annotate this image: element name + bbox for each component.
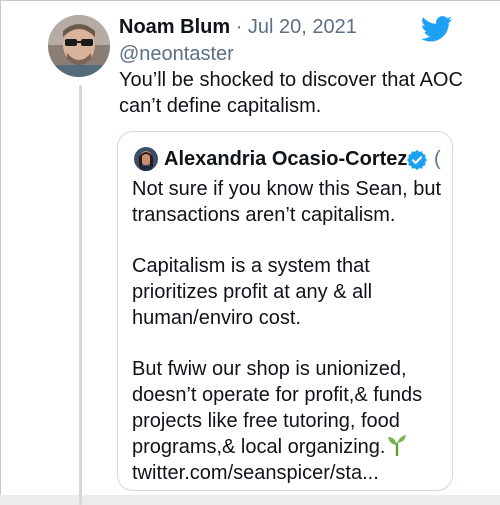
thread-connector-line xyxy=(79,85,82,505)
quoted-tweet[interactable]: Alexandria Ocasio-Cortez ( Not sure if y… xyxy=(117,131,453,491)
quoted-text-segment: programs,& local organizing. xyxy=(132,436,386,458)
quoted-text-line: Capitalism is a system that xyxy=(132,255,370,277)
verified-badge-icon xyxy=(406,149,428,171)
quoted-text-line: But fwiw our shop is unionized, xyxy=(132,358,407,380)
tweet-text-line: You’ll be shocked to discover that AOC xyxy=(119,69,463,91)
quoted-tweet-text: Not sure if you know this Sean, but tran… xyxy=(132,176,450,486)
author-avatar[interactable] xyxy=(48,15,110,77)
quoted-text-line: human/enviro cost. xyxy=(132,307,301,329)
seedling-emoji xyxy=(387,434,407,463)
quoted-handle-truncated: ( xyxy=(434,148,441,170)
quoted-author-avatar xyxy=(134,147,158,171)
quoted-text-line: doesn’t operate for profit,& funds xyxy=(132,384,423,406)
quoted-text-line-with-emoji: programs,& local organizing. xyxy=(132,434,450,460)
author-name[interactable]: Noam Blum xyxy=(119,16,230,38)
quoted-text-line: Not sure if you know this Sean, but xyxy=(132,178,442,200)
tweet-text-line: can’t define capitalism. xyxy=(119,95,322,117)
header-separator: · xyxy=(235,16,243,38)
author-handle[interactable]: @neontaster xyxy=(119,41,234,67)
quoted-author-name[interactable]: Alexandria Ocasio-Cortez xyxy=(164,146,407,172)
quoted-text-line: prioritizes profit at any & all xyxy=(132,281,373,303)
tweet-text: You’ll be shocked to discover that AOC c… xyxy=(119,67,489,119)
twitter-bird-icon[interactable] xyxy=(420,16,453,42)
quoted-text-line: projects like free tutoring, food xyxy=(132,410,400,432)
quoted-link[interactable]: twitter.com/seanspicer/sta... xyxy=(132,460,450,486)
tweet-card[interactable]: Noam Blum · Jul 20, 2021 @neontaster You… xyxy=(0,0,500,505)
quoted-text-line: transactions aren’t capitalism. xyxy=(132,204,396,226)
tweet-header: Noam Blum · Jul 20, 2021 xyxy=(119,14,357,40)
tweet-date[interactable]: Jul 20, 2021 xyxy=(248,16,357,38)
